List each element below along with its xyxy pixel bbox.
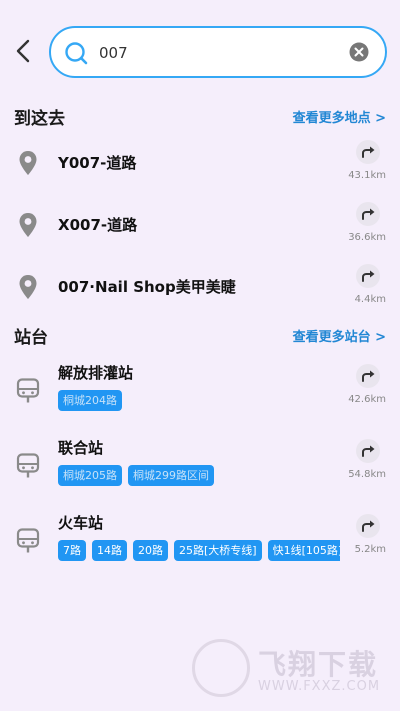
search-icon — [65, 42, 88, 65]
distance-label: 42.6km — [348, 394, 386, 405]
places-section-header: 到这去 查看更多地点 > — [0, 104, 400, 129]
distance-label: 5.2km — [354, 544, 386, 555]
distance-label: 36.6km — [348, 232, 386, 243]
route-tag[interactable]: 桐城204路 — [58, 390, 122, 411]
navigate-button[interactable] — [356, 140, 380, 164]
navigate-button[interactable] — [356, 202, 380, 226]
search-input[interactable] — [99, 40, 339, 66]
navigate-button[interactable] — [356, 364, 380, 388]
station-name: 解放排灌站 — [58, 364, 134, 382]
station-item[interactable]: 火车站 7路 14路 20路 25路[大桥专线] 快1线[105路] 5.2km — [0, 506, 400, 581]
station-name: 火车站 — [58, 514, 104, 532]
route-tags: 7路 14路 20路 25路[大桥专线] 快1线[105路] — [58, 540, 340, 562]
watermark-domain: WWW.FXXZ.COM — [258, 679, 381, 694]
station-name: 联合站 — [58, 439, 104, 457]
bus-stop-icon — [16, 528, 40, 553]
places-section-title: 到这去 — [14, 109, 65, 129]
search-bar — [0, 26, 400, 78]
navigate-button[interactable] — [356, 264, 380, 288]
place-item[interactable]: X007-道路 36.6km — [0, 194, 400, 256]
route-tag[interactable]: 7路 — [58, 540, 86, 561]
clear-search-button[interactable] — [349, 42, 369, 62]
station-item[interactable]: 解放排灌站 桐城204路 42.6km — [0, 356, 400, 431]
navigate-arrow-icon — [362, 208, 375, 220]
bus-stop-icon — [16, 378, 40, 403]
location-pin-icon — [19, 213, 37, 237]
place-name: 007·Nail Shop美甲美睫 — [58, 278, 236, 296]
route-tag[interactable]: 快1线[105路] — [267, 540, 340, 561]
place-item[interactable]: Y007-道路 43.1km — [0, 132, 400, 194]
navigate-button[interactable] — [356, 439, 380, 463]
bus-stop-icon — [16, 453, 40, 478]
location-pin-icon — [19, 151, 37, 175]
distance-label: 54.8km — [348, 469, 386, 480]
stations-section-title: 站台 — [14, 328, 48, 348]
place-item[interactable]: 007·Nail Shop美甲美睫 4.4km — [0, 256, 400, 318]
status-bar — [0, 0, 400, 22]
watermark-title: 飞翔下载 — [258, 648, 379, 681]
navigate-arrow-icon — [362, 370, 375, 382]
navigate-button[interactable] — [356, 514, 380, 538]
navigate-arrow-icon — [362, 270, 375, 282]
route-tag[interactable]: 桐城299路区间 — [128, 465, 214, 486]
place-name: Y007-道路 — [58, 154, 137, 172]
route-tag[interactable]: 25路[大桥专线] — [174, 540, 262, 561]
back-arrow-icon — [16, 39, 30, 63]
route-tag[interactable]: 20路 — [133, 540, 168, 561]
watermark: 飞翔下载 WWW.FXXZ.COM — [192, 639, 388, 699]
distance-label: 4.4km — [354, 294, 386, 305]
distance-label: 43.1km — [348, 170, 386, 181]
back-button[interactable] — [12, 38, 36, 64]
more-stations-link[interactable]: 查看更多站台 > — [293, 326, 386, 345]
place-name: X007-道路 — [58, 216, 138, 234]
navigate-arrow-icon — [362, 146, 375, 158]
stations-section-header: 站台 查看更多站台 > — [0, 323, 400, 348]
search-box[interactable] — [49, 26, 387, 78]
location-pin-icon — [19, 275, 37, 299]
route-tags: 桐城204路 — [58, 390, 340, 412]
route-tags: 桐城205路 桐城299路区间 — [58, 465, 340, 487]
watermark-logo-icon — [192, 639, 250, 697]
navigate-arrow-icon — [362, 445, 375, 457]
route-tag[interactable]: 桐城205路 — [58, 465, 122, 486]
station-item[interactable]: 联合站 桐城205路 桐城299路区间 54.8km — [0, 431, 400, 506]
navigate-arrow-icon — [362, 520, 375, 532]
more-places-link[interactable]: 查看更多地点 > — [293, 107, 386, 126]
clear-icon — [349, 42, 369, 62]
route-tag[interactable]: 14路 — [92, 540, 127, 561]
